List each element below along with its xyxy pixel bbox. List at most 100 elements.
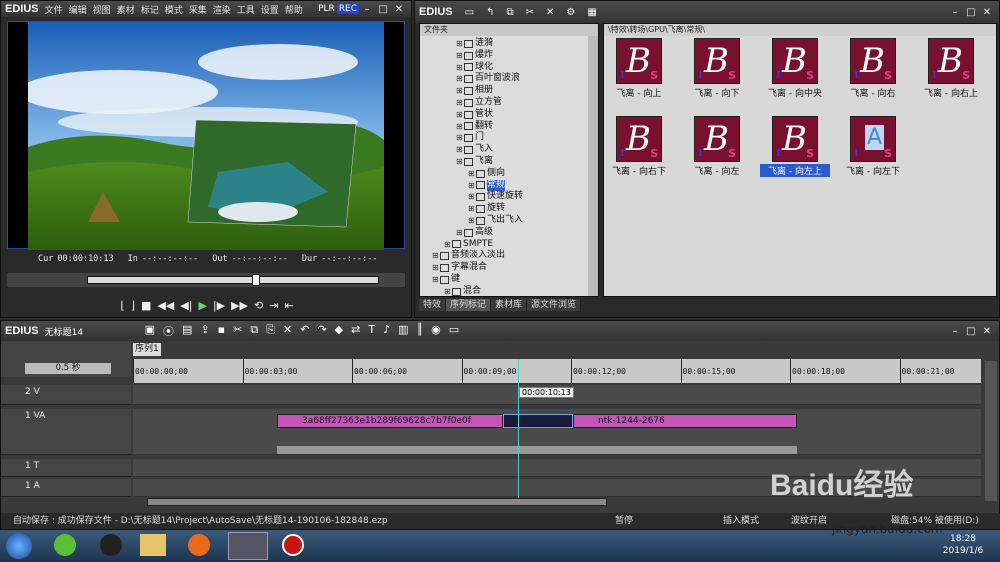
close-icon[interactable]: ✕ xyxy=(979,324,995,338)
start-button[interactable] xyxy=(6,533,32,559)
up-icon[interactable]: ↰ xyxy=(486,7,494,18)
expand-icon[interactable]: ⊞ xyxy=(456,38,464,50)
tree-item[interactable]: ⊞ 飞出飞入 xyxy=(420,215,598,227)
expand-icon[interactable]: ⊞ xyxy=(456,227,464,239)
tree-item[interactable]: ⊞ 百叶窗波浪 xyxy=(420,73,598,85)
fast-forward-icon[interactable]: ▶▶ xyxy=(231,299,248,312)
tree-item[interactable]: ⊞ 立方管 xyxy=(420,97,598,109)
mark-out-icon[interactable]: ⌋ xyxy=(131,299,135,312)
minimize-icon[interactable]: – xyxy=(359,2,375,16)
menu-item[interactable]: 工具 xyxy=(237,6,255,16)
tree-item[interactable]: ⊞ 侧向 xyxy=(420,168,598,180)
expand-icon[interactable]: ⊞ xyxy=(456,121,464,133)
redo-icon[interactable]: ↷ xyxy=(317,323,326,339)
expand-icon[interactable]: ⊞ xyxy=(456,50,464,62)
tree-item[interactable]: ⊞ 常规 xyxy=(420,179,598,192)
expand-icon[interactable]: ⊞ xyxy=(456,109,464,121)
paste-icon[interactable]: ⎘ xyxy=(266,323,275,339)
tree-item[interactable]: ⊞ 快速旋转 xyxy=(420,191,598,203)
track-header[interactable]: 1 VA xyxy=(1,409,131,455)
expand-icon[interactable]: ⊞ xyxy=(468,215,476,227)
expand-icon[interactable]: ⊞ xyxy=(456,144,464,156)
delete-icon[interactable]: ✕ xyxy=(283,323,292,339)
playhead[interactable] xyxy=(518,359,519,499)
menu-item[interactable]: 标记 xyxy=(141,6,159,16)
browser-tab[interactable]: 源文件浏览 xyxy=(527,299,582,311)
timeline-scrollbar[interactable] xyxy=(147,498,607,506)
export-icon[interactable]: ⇪ xyxy=(200,323,209,339)
app-icon-firefox[interactable] xyxy=(188,534,210,556)
expand-icon[interactable]: ⊞ xyxy=(456,85,464,97)
overwrite-icon[interactable]: ⇤ xyxy=(284,299,293,312)
tree-item[interactable]: ⊞ 球化 xyxy=(420,62,598,74)
effect-thumbnail[interactable]: B S! xyxy=(772,38,818,84)
save-icon[interactable]: ▪ xyxy=(218,323,225,339)
transition[interactable] xyxy=(503,414,573,428)
expand-icon[interactable]: ⊞ xyxy=(468,180,476,192)
maximize-icon[interactable]: □ xyxy=(963,5,979,19)
mic-icon[interactable]: ♪ xyxy=(383,323,390,339)
track-row[interactable] xyxy=(133,479,981,497)
tree-item[interactable]: ⊞ 字幕混合 xyxy=(420,262,598,274)
menu-item[interactable]: 视图 xyxy=(93,6,111,16)
title-icon[interactable]: T xyxy=(368,323,375,339)
close-icon[interactable]: ✕ xyxy=(391,2,407,16)
expand-icon[interactable]: ⊞ xyxy=(432,262,440,274)
play-icon[interactable]: ▶ xyxy=(198,299,206,312)
expand-icon[interactable]: ⊞ xyxy=(456,132,464,144)
menu-item[interactable]: 文件 xyxy=(45,6,63,16)
step-forward-icon[interactable]: |▶ xyxy=(213,299,225,312)
mixer-icon[interactable]: ▥ xyxy=(398,323,408,339)
tree-item[interactable]: ⊞ 相册 xyxy=(420,85,598,97)
video-preview[interactable]: Cur 00:00:10:13 In --:--:--:-- Out --:--:--… xyxy=(7,21,405,264)
close-icon[interactable]: ✕ xyxy=(979,5,995,19)
tree-item[interactable]: ⊞ 管状 xyxy=(420,109,598,121)
expand-icon[interactable]: ⊞ xyxy=(444,286,452,296)
cut-icon[interactable]: ✂ xyxy=(526,7,534,18)
effect-thumbnail[interactable]: B S! xyxy=(616,38,662,84)
scrub-handle[interactable] xyxy=(252,274,260,286)
copy-icon[interactable]: ⧉ xyxy=(250,323,258,339)
menu-item[interactable]: 帮助 xyxy=(285,6,303,16)
browser-tab[interactable]: 特效 xyxy=(419,299,447,311)
browser-tab[interactable]: 序列标记 xyxy=(446,299,492,311)
minimize-icon[interactable]: – xyxy=(947,324,963,338)
tree-item[interactable]: ⊞ 爆炸 xyxy=(420,50,598,62)
app-icon-edius[interactable] xyxy=(228,532,268,560)
app-icon-360[interactable] xyxy=(54,534,76,556)
app-icon-qq[interactable] xyxy=(100,534,122,556)
expand-icon[interactable]: ⊞ xyxy=(456,156,464,168)
effect-thumbnail[interactable]: B S! xyxy=(616,116,662,162)
tree-item[interactable]: ⊞ 飞离 xyxy=(420,156,598,168)
audio-mixer-icon[interactable]: ║ xyxy=(417,323,424,339)
expand-icon[interactable]: ⊞ xyxy=(468,191,476,203)
plr-button[interactable]: PLR xyxy=(318,4,335,14)
add-clip-icon[interactable]: ▤ xyxy=(182,323,192,339)
menu-item[interactable]: 采集 xyxy=(189,6,207,16)
sequence-tab[interactable]: 序列1 xyxy=(133,343,161,356)
track-row[interactable] xyxy=(133,459,981,477)
app-icon-record[interactable] xyxy=(282,534,304,556)
tree-item[interactable]: ⊞ 音频淡入淡出 xyxy=(420,250,598,262)
tree-scrollbar[interactable] xyxy=(588,36,598,296)
effect-thumbnail[interactable]: B S! xyxy=(850,38,896,84)
folder-icon[interactable]: ▭ xyxy=(465,7,474,18)
rec-button[interactable]: REC xyxy=(336,4,359,14)
effect-thumbnail[interactable]: B S! xyxy=(694,38,740,84)
menu-item[interactable]: 渲染 xyxy=(213,6,231,16)
menu-item[interactable]: 模式 xyxy=(165,6,183,16)
ripple-status[interactable]: 波纹开启 xyxy=(791,513,827,529)
tree-item[interactable]: ⊞ 门 xyxy=(420,132,598,144)
insert-icon[interactable]: ⇥ xyxy=(269,299,278,312)
tree-item[interactable]: ⊞ SMPTE xyxy=(420,239,598,251)
menu-item[interactable]: 素材 xyxy=(117,6,135,16)
expand-icon[interactable]: ⊞ xyxy=(468,203,476,215)
copy-icon[interactable]: ⧉ xyxy=(506,7,513,18)
layout-icon[interactable]: ▭ xyxy=(449,323,459,339)
app-icon-explorer[interactable] xyxy=(140,534,166,556)
effect-thumbnail[interactable]: A S! xyxy=(850,116,896,162)
render-icon[interactable]: ◉ xyxy=(431,323,441,339)
view-icon[interactable]: ▦ xyxy=(587,7,596,18)
new-icon[interactable]: ▣ xyxy=(145,323,155,339)
tree-item[interactable]: ⊞ 旋转 xyxy=(420,203,598,215)
